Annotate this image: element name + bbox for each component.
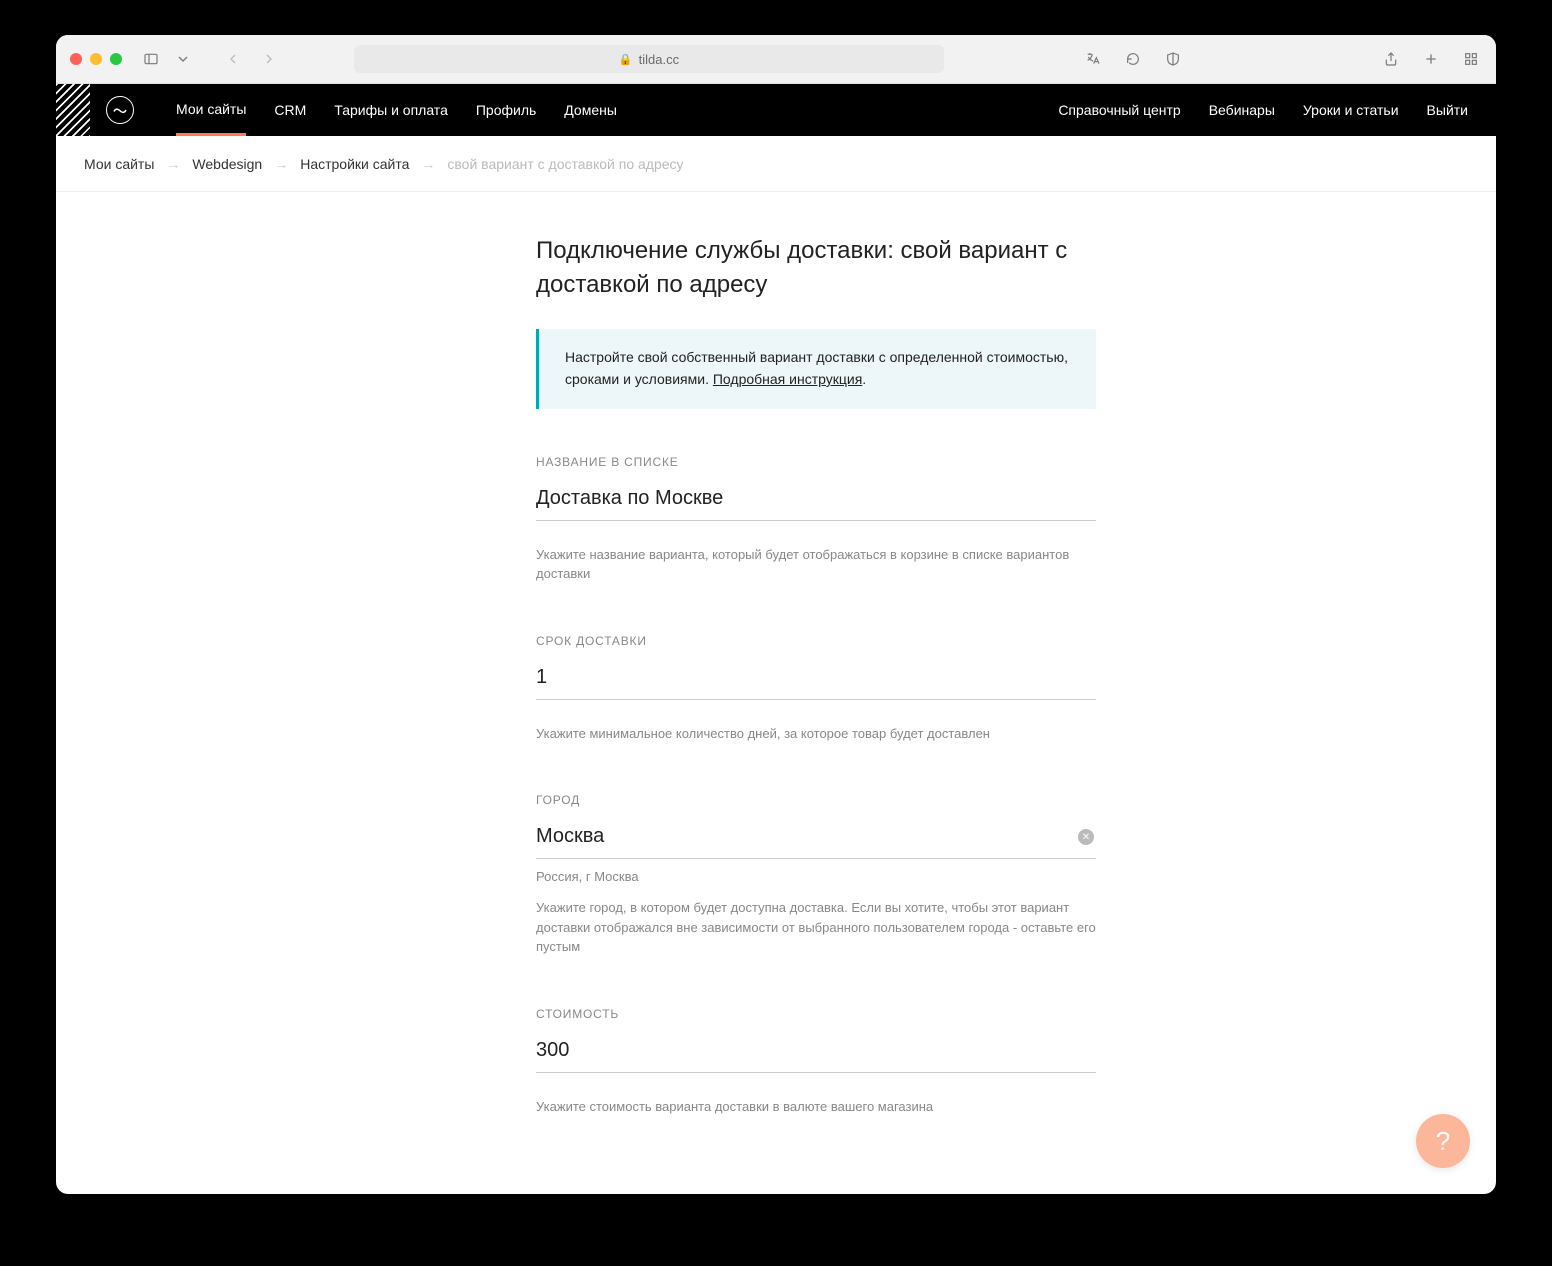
- field-label: НАЗВАНИЕ В СПИСКЕ: [536, 455, 1096, 469]
- question-mark-icon: ?: [1436, 1126, 1450, 1157]
- field-name: НАЗВАНИЕ В СПИСКЕ Укажите название вариа…: [536, 455, 1096, 584]
- field-duration: СРОК ДОСТАВКИ Укажите минимальное количе…: [536, 634, 1096, 744]
- page-title: Подключение службы доставки: свой вариан…: [536, 234, 1096, 301]
- field-label: СРОК ДОСТАВКИ: [536, 634, 1096, 648]
- tabs-grid-icon[interactable]: [1460, 48, 1482, 70]
- nav-crm[interactable]: CRM: [274, 84, 306, 136]
- city-resolved: Россия, г Москва: [536, 869, 1096, 884]
- clear-icon[interactable]: ✕: [1078, 829, 1094, 845]
- breadcrumb: Мои сайты → Webdesign → Настройки сайта …: [56, 136, 1496, 192]
- city-input[interactable]: [536, 819, 1096, 859]
- share-icon[interactable]: [1380, 48, 1402, 70]
- minimize-window-button[interactable]: [90, 53, 102, 65]
- nav-my-sites[interactable]: Мои сайты: [176, 84, 246, 136]
- breadcrumb-item[interactable]: Мои сайты: [84, 156, 154, 172]
- nav-tariffs[interactable]: Тарифы и оплата: [334, 84, 448, 136]
- nav-profile[interactable]: Профиль: [476, 84, 536, 136]
- forward-button[interactable]: [258, 48, 280, 70]
- url-bar[interactable]: 🔒 tilda.cc: [354, 45, 944, 73]
- duration-input[interactable]: [536, 660, 1096, 700]
- field-city: ГОРОД ✕ Россия, г Москва Укажите город, …: [536, 793, 1096, 957]
- field-hint: Укажите название варианта, который будет…: [536, 545, 1096, 584]
- field-hint: Укажите минимальное количество дней, за …: [536, 724, 1096, 744]
- lock-icon: 🔒: [619, 53, 633, 66]
- name-input[interactable]: [536, 481, 1096, 521]
- reload-icon[interactable]: [1122, 48, 1144, 70]
- nav-domains[interactable]: Домены: [564, 84, 617, 136]
- back-button[interactable]: [222, 48, 244, 70]
- field-label: СТОИМОСТЬ: [536, 1007, 1096, 1021]
- arrow-right-icon: →: [274, 156, 288, 172]
- chevron-down-icon[interactable]: [172, 48, 194, 70]
- translate-icon[interactable]: [1082, 48, 1104, 70]
- arrow-right-icon: →: [166, 156, 180, 172]
- info-callout: Настройте свой собственный вариант доста…: [536, 329, 1096, 408]
- delivery-form: Подключение службы доставки: свой вариан…: [536, 234, 1096, 1116]
- url-text: tilda.cc: [639, 52, 679, 67]
- breadcrumb-item[interactable]: Настройки сайта: [300, 156, 409, 172]
- nav-lessons[interactable]: Уроки и статьи: [1303, 102, 1399, 118]
- shield-icon[interactable]: [1162, 48, 1184, 70]
- content-area: Подключение службы доставки: свой вариан…: [56, 192, 1496, 1194]
- breadcrumb-item[interactable]: Webdesign: [192, 156, 262, 172]
- callout-link[interactable]: Подробная инструкция: [713, 371, 862, 387]
- nav-logout[interactable]: Выйти: [1427, 102, 1468, 118]
- price-input[interactable]: [536, 1033, 1096, 1073]
- browser-window: 🔒 tilda.cc: [56, 35, 1496, 1194]
- field-hint: Укажите стоимость варианта доставки в ва…: [536, 1097, 1096, 1117]
- help-button[interactable]: ?: [1416, 1114, 1470, 1168]
- close-window-button[interactable]: [70, 53, 82, 65]
- new-tab-icon[interactable]: [1420, 48, 1442, 70]
- maximize-window-button[interactable]: [110, 53, 122, 65]
- callout-after: .: [862, 371, 866, 387]
- tilda-logo[interactable]: [106, 96, 134, 124]
- traffic-lights: [70, 53, 122, 65]
- zigzag-decoration: [56, 84, 90, 136]
- field-price: СТОИМОСТЬ Укажите стоимость варианта дос…: [536, 1007, 1096, 1117]
- nav-right: Справочный центр Вебинары Уроки и статьи…: [1058, 102, 1468, 118]
- breadcrumb-current: свой вариант с доставкой по адресу: [447, 156, 683, 172]
- app-header: Мои сайты CRM Тарифы и оплата Профиль До…: [56, 84, 1496, 136]
- arrow-right-icon: →: [421, 156, 435, 172]
- nav-left: Мои сайты CRM Тарифы и оплата Профиль До…: [176, 84, 617, 136]
- field-label: ГОРОД: [536, 793, 1096, 807]
- field-hint: Укажите город, в котором будет доступна …: [536, 898, 1096, 957]
- nav-webinars[interactable]: Вебинары: [1209, 102, 1275, 118]
- nav-help-center[interactable]: Справочный центр: [1058, 102, 1180, 118]
- browser-chrome: 🔒 tilda.cc: [56, 35, 1496, 84]
- sidebar-toggle-icon[interactable]: [140, 48, 162, 70]
